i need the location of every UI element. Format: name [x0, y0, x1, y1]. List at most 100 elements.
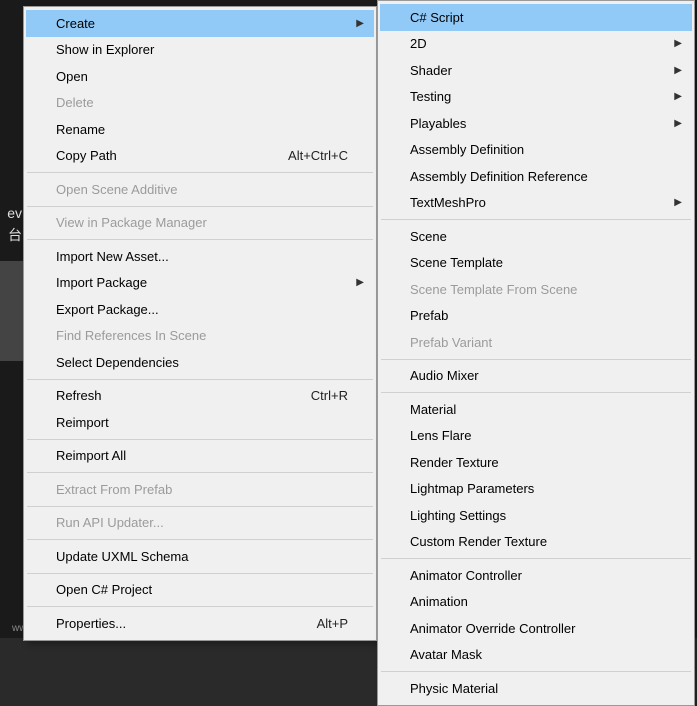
menu-item-label: Select Dependencies — [56, 353, 366, 373]
create-menu-item-lighting-settings[interactable]: Lighting Settings — [380, 502, 692, 529]
menu-item-label: Assembly Definition Reference — [410, 167, 684, 187]
chevron-right-icon: ▶ — [674, 63, 682, 78]
menu-item-label: Animator Override Controller — [410, 619, 684, 639]
menu-item-label: Import Package — [56, 273, 366, 293]
create-menu-item-scene[interactable]: Scene — [380, 223, 692, 250]
main-menu-item-reimport-all[interactable]: Reimport All — [26, 443, 374, 470]
create-menu-item-physic-material[interactable]: Physic Material — [380, 675, 692, 702]
menu-separator — [381, 219, 691, 220]
main-menu-item-open-scene-additive: Open Scene Additive — [26, 176, 374, 203]
chevron-right-icon: ▶ — [356, 275, 364, 290]
main-menu-item-run-api-updater: Run API Updater... — [26, 510, 374, 537]
menu-item-label: TextMeshPro — [410, 193, 684, 213]
create-menu-item-lens-flare[interactable]: Lens Flare — [380, 423, 692, 450]
create-menu-item-lightmap-parameters[interactable]: Lightmap Parameters — [380, 476, 692, 503]
create-menu-item-assembly-definition-reference[interactable]: Assembly Definition Reference — [380, 163, 692, 190]
menu-separator — [27, 239, 373, 240]
menu-separator — [27, 539, 373, 540]
menu-item-label: Playables — [410, 114, 684, 134]
context-menu-create: C# Script2D▶Shader▶Testing▶Playables▶Ass… — [377, 0, 695, 706]
create-menu-item-material[interactable]: Material — [380, 396, 692, 423]
menu-item-label: Prefab — [410, 306, 684, 326]
main-menu-item-rename[interactable]: Rename — [26, 116, 374, 143]
menu-item-label: 2D — [410, 34, 684, 54]
menu-item-label: Export Package... — [56, 300, 366, 320]
main-menu-item-find-references-in-scene: Find References In Scene — [26, 323, 374, 350]
main-menu-item-refresh[interactable]: Refresh Ctrl+R — [26, 383, 374, 410]
menu-item-shortcut: Ctrl+R — [311, 386, 348, 406]
menu-item-shortcut: Alt+P — [317, 614, 348, 634]
menu-item-label: View in Package Manager — [56, 213, 366, 233]
create-menu-item-c-script[interactable]: C# Script — [380, 4, 692, 31]
menu-separator — [27, 573, 373, 574]
menu-item-label: Find References In Scene — [56, 326, 366, 346]
menu-item-label: Open C# Project — [56, 580, 366, 600]
menu-separator — [27, 206, 373, 207]
main-menu-item-view-in-package-manager: View in Package Manager — [26, 210, 374, 237]
main-menu-item-copy-path[interactable]: Copy PathAlt+Ctrl+C — [26, 143, 374, 170]
create-menu-item-testing[interactable]: Testing▶ — [380, 84, 692, 111]
menu-item-label: Create — [56, 14, 366, 34]
create-menu-item-textmeshpro[interactable]: TextMeshPro▶ — [380, 190, 692, 217]
main-menu-item-show-in-explorer[interactable]: Show in Explorer — [26, 37, 374, 64]
menu-item-label: Testing — [410, 87, 684, 107]
menu-item-label: Scene Template — [410, 253, 684, 273]
main-menu-item-create[interactable]: Create▶ — [26, 10, 374, 37]
main-menu-item-properties[interactable]: Properties...Alt+P — [26, 610, 374, 637]
menu-item-label: Assembly Definition — [410, 140, 684, 160]
create-menu-item-prefab[interactable]: Prefab — [380, 303, 692, 330]
create-menu-item-scene-template[interactable]: Scene Template — [380, 250, 692, 277]
create-menu-item-audio-mixer[interactable]: Audio Mixer — [380, 363, 692, 390]
chevron-right-icon: ▶ — [674, 36, 682, 51]
menu-item-label: Show in Explorer — [56, 40, 366, 60]
create-menu-item-assembly-definition[interactable]: Assembly Definition — [380, 137, 692, 164]
menu-item-label: Audio Mixer — [410, 366, 684, 386]
main-menu-item-update-uxml-schema[interactable]: Update UXML Schema — [26, 543, 374, 570]
menu-item-label: Lightmap Parameters — [410, 479, 684, 499]
menu-item-label: Copy Path — [56, 146, 276, 166]
menu-separator — [381, 671, 691, 672]
menu-separator — [27, 379, 373, 380]
create-menu-item-animation[interactable]: Animation — [380, 589, 692, 616]
menu-item-label: Render Texture — [410, 453, 684, 473]
main-menu-item-open-c-project[interactable]: Open C# Project — [26, 577, 374, 604]
menu-separator — [27, 472, 373, 473]
menu-item-label: Open — [56, 67, 366, 87]
menu-item-label: Import New Asset... — [56, 247, 366, 267]
menu-separator — [27, 606, 373, 607]
menu-separator — [381, 392, 691, 393]
menu-item-label: Shader — [410, 61, 684, 81]
create-menu-item-custom-render-texture[interactable]: Custom Render Texture — [380, 529, 692, 556]
menu-item-label: Run API Updater... — [56, 513, 366, 533]
create-menu-item-scene-template-from-scene: Scene Template From Scene — [380, 276, 692, 303]
menu-item-label: Material — [410, 400, 684, 420]
partial-text-2: 台 — [0, 225, 22, 245]
menu-item-label: Refresh — [56, 386, 299, 406]
create-menu-item-avatar-mask[interactable]: Avatar Mask — [380, 642, 692, 669]
create-menu-item-playables[interactable]: Playables▶ — [380, 110, 692, 137]
menu-separator — [381, 558, 691, 559]
main-menu-item-delete: Delete — [26, 90, 374, 117]
main-menu-item-open[interactable]: Open — [26, 63, 374, 90]
menu-item-label: Animation — [410, 592, 684, 612]
menu-item-label: Reimport All — [56, 446, 366, 466]
create-menu-item-2d[interactable]: 2D▶ — [380, 31, 692, 58]
menu-item-label: Scene — [410, 227, 684, 247]
menu-item-label: Lighting Settings — [410, 506, 684, 526]
create-menu-item-shader[interactable]: Shader▶ — [380, 57, 692, 84]
main-menu-item-select-dependencies[interactable]: Select Dependencies — [26, 349, 374, 376]
create-menu-item-prefab-variant: Prefab Variant — [380, 329, 692, 356]
chevron-right-icon: ▶ — [674, 116, 682, 131]
menu-item-label: C# Script — [410, 8, 684, 28]
chevron-right-icon: ▶ — [356, 16, 364, 31]
context-menu-main: Create▶Show in ExplorerOpenDeleteRenameC… — [23, 6, 377, 641]
main-menu-item-import-package[interactable]: Import Package▶ — [26, 270, 374, 297]
panel-strip — [0, 261, 23, 361]
create-menu-item-render-texture[interactable]: Render Texture — [380, 449, 692, 476]
chevron-right-icon: ▶ — [674, 89, 682, 104]
main-menu-item-reimport[interactable]: Reimport — [26, 409, 374, 436]
main-menu-item-import-new-asset[interactable]: Import New Asset... — [26, 243, 374, 270]
menu-item-label: Extract From Prefab — [56, 480, 366, 500]
main-menu-item-export-package[interactable]: Export Package... — [26, 296, 374, 323]
create-menu-item-animator-controller[interactable]: Animator Controller — [380, 562, 692, 589]
